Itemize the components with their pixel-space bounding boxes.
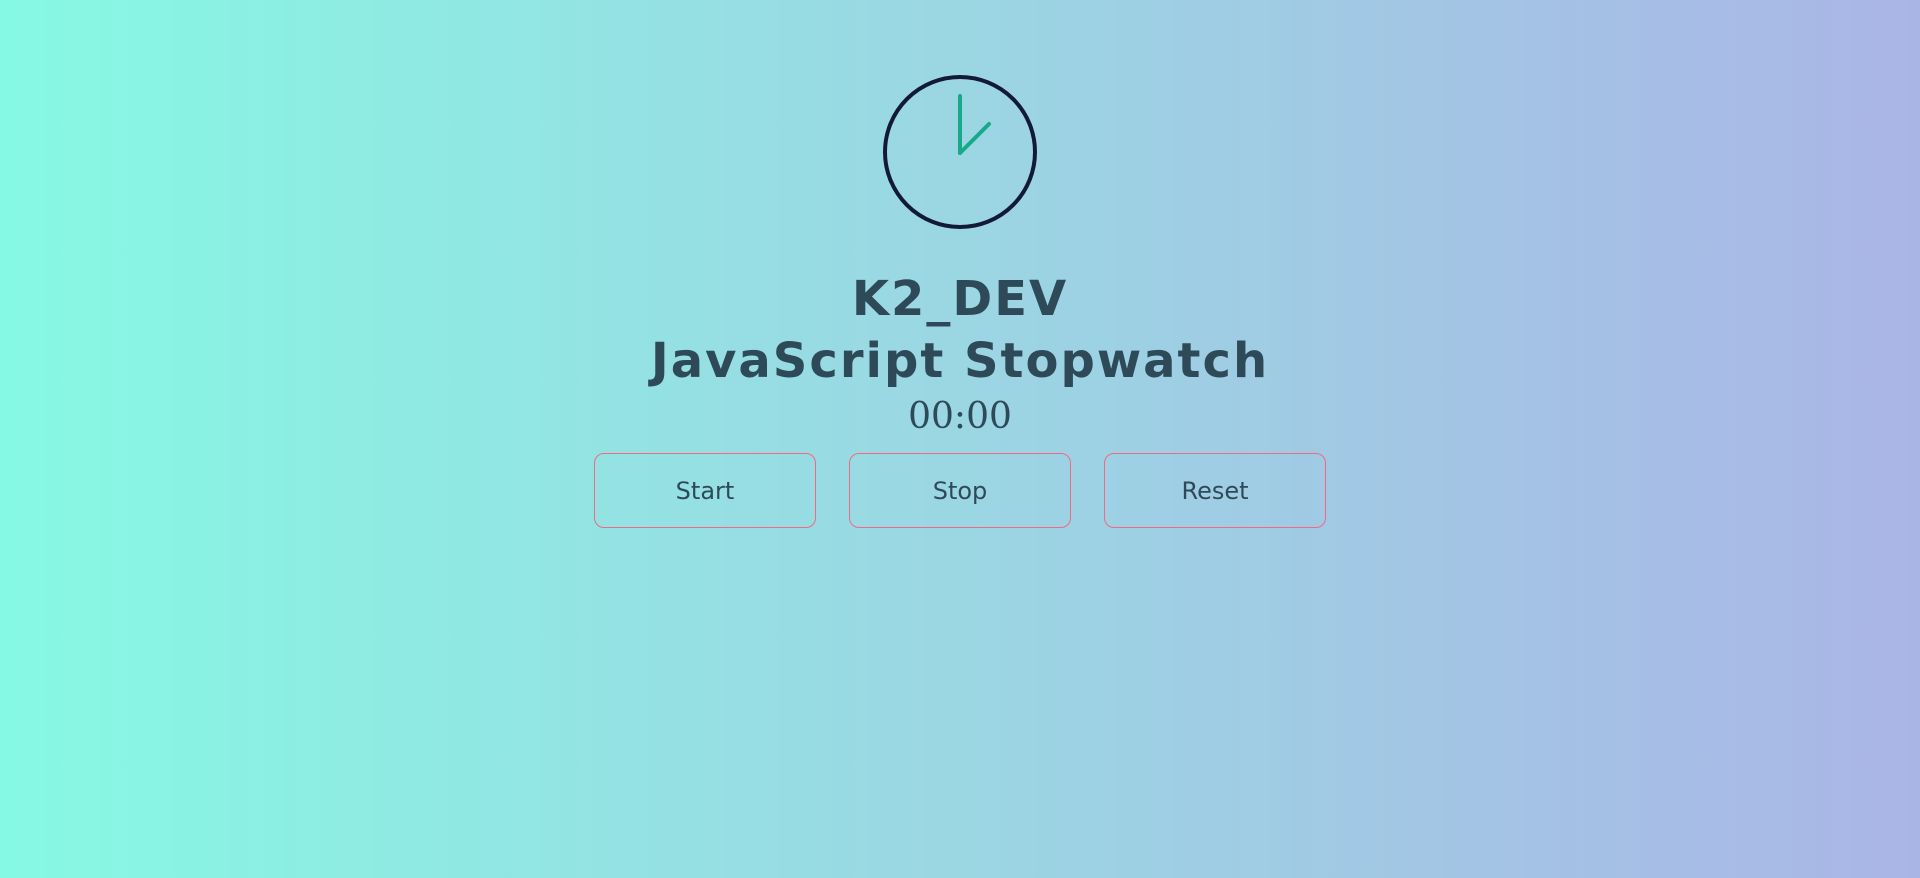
timer-display: 00:00: [908, 396, 1012, 437]
clock-icon: [880, 72, 1040, 232]
stopwatch-app: K2_DEV JavaScript Stopwatch 00:00 Start …: [0, 0, 1920, 878]
app-subtitle: JavaScript Stopwatch: [650, 333, 1270, 389]
start-button[interactable]: Start: [594, 453, 816, 528]
stop-button[interactable]: Stop: [849, 453, 1071, 528]
reset-button[interactable]: Reset: [1104, 453, 1326, 528]
app-brand-title: K2_DEV: [851, 271, 1069, 327]
